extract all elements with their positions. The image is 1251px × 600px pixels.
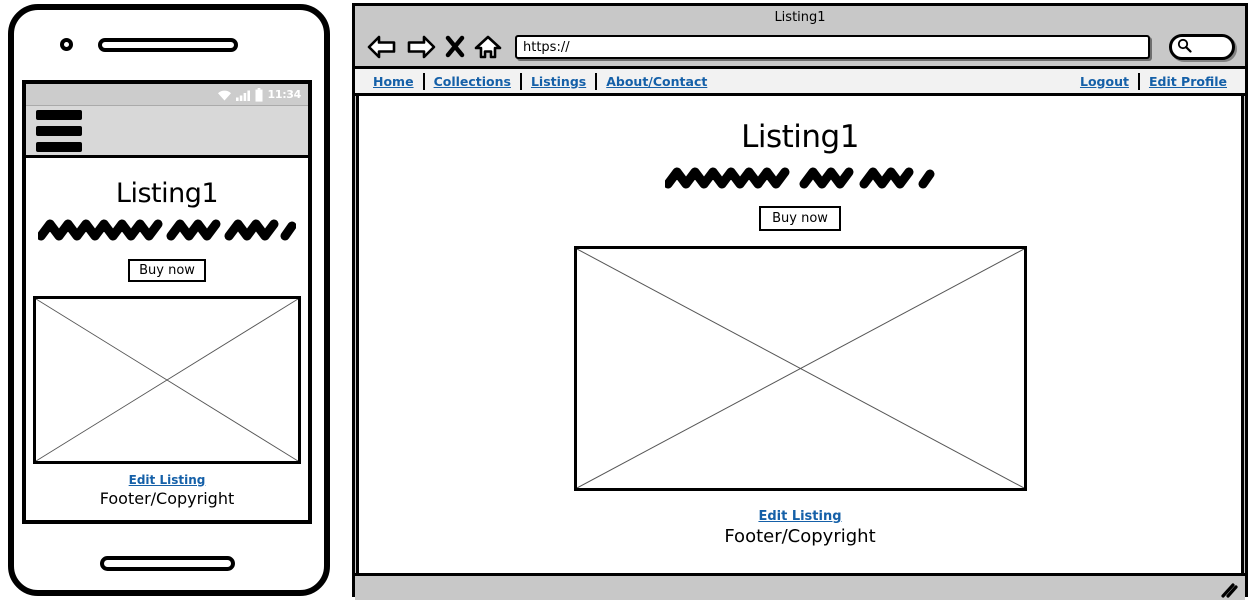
primary-nav-links: Home Collections Listings About/Contact bbox=[364, 72, 716, 90]
nav-link-collections[interactable]: Collections bbox=[425, 74, 520, 89]
address-bar[interactable]: https:// bbox=[515, 35, 1150, 59]
browser-toolbar: https:// bbox=[355, 28, 1245, 69]
front-camera-icon bbox=[60, 38, 73, 51]
forward-arrow-icon[interactable] bbox=[406, 34, 436, 60]
page-title: Listing1 bbox=[741, 119, 859, 155]
browser-window: Listing1 https:// Home Collections Listi… bbox=[352, 3, 1248, 600]
hamburger-bar bbox=[36, 109, 82, 120]
nav-link-listings[interactable]: Listings bbox=[522, 74, 595, 89]
hamburger-bar bbox=[36, 141, 82, 152]
hamburger-menu-icon[interactable] bbox=[36, 109, 82, 152]
resize-grip-icon[interactable] bbox=[1218, 581, 1238, 599]
page-content: Listing1 Buy now Edit Listing Footer/Cop… bbox=[356, 96, 1244, 573]
nav-link-home[interactable]: Home bbox=[364, 74, 423, 89]
home-icon[interactable] bbox=[474, 34, 502, 60]
hamburger-bar bbox=[36, 125, 82, 136]
mobile-status-bar: 11:34 bbox=[26, 84, 308, 106]
back-arrow-icon[interactable] bbox=[367, 34, 397, 60]
nav-link-about-contact[interactable]: About/Contact bbox=[597, 74, 716, 89]
edit-listing-link[interactable]: Edit Listing bbox=[100, 473, 234, 487]
search-icon bbox=[1177, 38, 1192, 57]
scribble-text-placeholder bbox=[663, 163, 935, 197]
image-placeholder-x bbox=[573, 246, 1027, 491]
wireframe-canvas: 11:34 Listing1 Buy now Edit Listing Foot… bbox=[0, 0, 1251, 600]
window-title: Listing1 bbox=[774, 9, 826, 25]
scribble-text-placeholder bbox=[36, 215, 297, 249]
mobile-screen: 11:34 Listing1 Buy now Edit Listing Foot… bbox=[22, 80, 312, 524]
stop-x-icon[interactable] bbox=[445, 34, 465, 60]
mobile-listing-title: Listing1 bbox=[115, 178, 219, 209]
search-input[interactable] bbox=[1169, 34, 1235, 60]
signal-bars-icon bbox=[236, 89, 251, 101]
image-placeholder-x bbox=[33, 296, 301, 464]
footer-copyright: Footer/Copyright bbox=[724, 526, 876, 547]
mobile-footer: Edit Listing Footer/Copyright bbox=[100, 473, 234, 508]
buy-now-button[interactable]: Buy now bbox=[128, 259, 206, 282]
mobile-device-frame: 11:34 Listing1 Buy now Edit Listing Foot… bbox=[8, 4, 330, 596]
status-bar-clock: 11:34 bbox=[267, 88, 301, 101]
browser-title-bar: Listing1 bbox=[355, 6, 1245, 28]
home-button[interactable] bbox=[100, 556, 235, 571]
browser-status-bar bbox=[355, 573, 1245, 600]
wifi-icon bbox=[217, 89, 232, 101]
footer-copyright: Footer/Copyright bbox=[99, 489, 235, 508]
nav-link-logout[interactable]: Logout bbox=[1071, 74, 1138, 89]
battery-icon bbox=[255, 87, 263, 102]
address-bar-value: https:// bbox=[523, 39, 570, 55]
mobile-content: Listing1 Buy now Edit Listing Footer/Cop… bbox=[26, 158, 308, 516]
page-footer: Edit Listing Footer/Copyright bbox=[724, 509, 875, 547]
nav-link-edit-profile[interactable]: Edit Profile bbox=[1140, 74, 1236, 89]
site-navigation-bar: Home Collections Listings About/Contact … bbox=[355, 69, 1245, 96]
mobile-app-bar bbox=[26, 106, 308, 158]
earpiece-speaker bbox=[98, 38, 238, 52]
account-nav-links: Logout Edit Profile bbox=[1071, 72, 1236, 90]
edit-listing-link[interactable]: Edit Listing bbox=[724, 509, 875, 524]
buy-now-button[interactable]: Buy now bbox=[759, 206, 841, 231]
